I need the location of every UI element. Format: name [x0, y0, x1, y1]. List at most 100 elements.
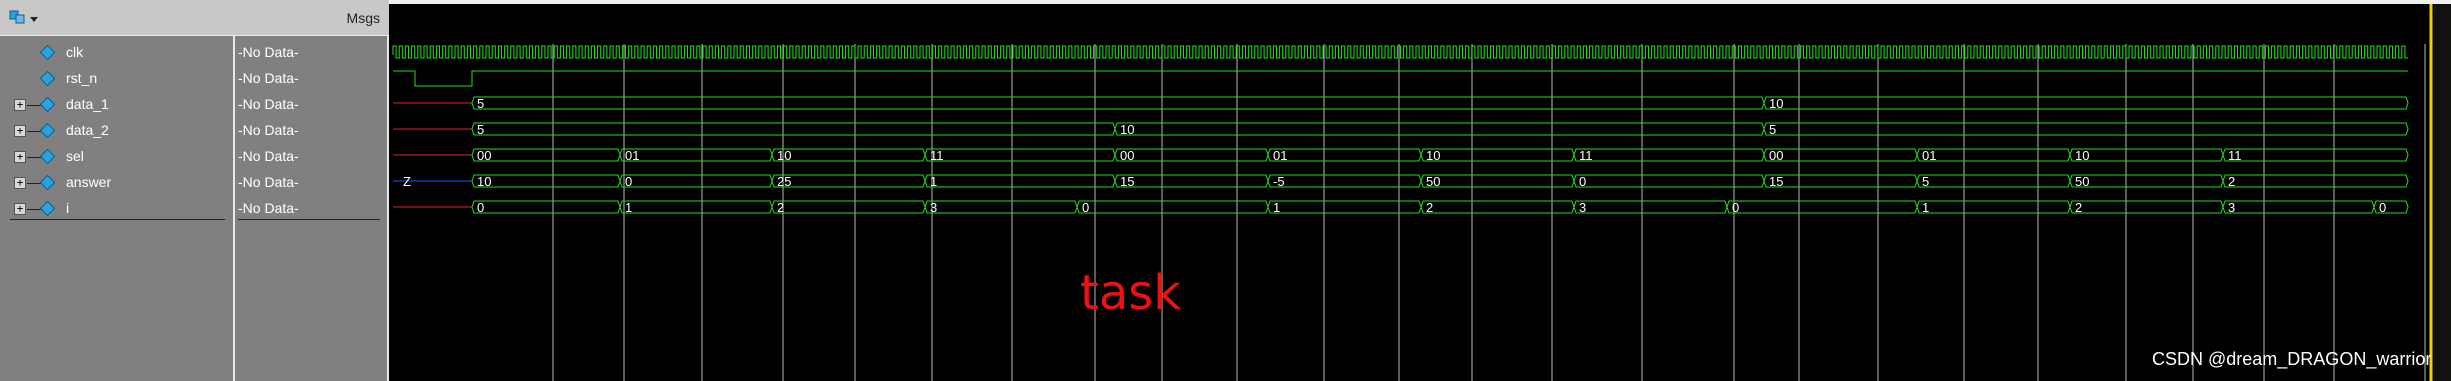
sel-bus-segment	[2222, 148, 2409, 162]
i-bus-value: 3	[1579, 200, 1586, 215]
data-1-bus-segment	[1763, 96, 2409, 110]
signal-name: clk	[66, 44, 84, 60]
sel-bus-segment	[471, 148, 621, 162]
data-2-bus-value: 5	[1769, 122, 1776, 137]
answer-bus-value: 15	[1769, 174, 1783, 189]
i-bus-value: 0	[1082, 200, 1089, 215]
sel-bus-segment	[2069, 148, 2224, 162]
sel-bus-value: 00	[477, 148, 491, 163]
answer-bus-segment	[771, 174, 926, 188]
i-bus-segment	[2069, 200, 2224, 214]
i-bus-segment	[619, 200, 773, 214]
answer-bus-value: 50	[1426, 174, 1440, 189]
signal-name: answer	[66, 174, 112, 190]
i-bus-segment	[771, 200, 926, 214]
answer-bus-segment	[2222, 174, 2409, 188]
signal-name: data_2	[66, 122, 109, 138]
row-divider	[238, 219, 380, 220]
signal-row-answer[interactable]: + answer	[0, 172, 233, 197]
sel-bus-value: 01	[1273, 148, 1287, 163]
sel-bus-segment	[1420, 148, 1575, 162]
signal-value: -No Data-	[238, 148, 299, 164]
rst-n-waveform	[393, 70, 2408, 87]
answer-bus-segment	[619, 174, 773, 188]
signal-value: -No Data-	[238, 122, 299, 138]
scroll-margin	[2434, 4, 2451, 381]
answer-bus-value: 10	[477, 174, 491, 189]
expand-icon[interactable]: +	[14, 125, 26, 137]
sel-bus-value: 11	[930, 148, 944, 163]
i-bus-segment	[1726, 200, 1918, 214]
sel-bus-segment	[1916, 148, 2071, 162]
data-2-bus-value: 10	[1120, 122, 1134, 137]
answer-bus-segment	[1916, 174, 2071, 188]
i-bus-value: 0	[477, 200, 484, 215]
answer-bus-value: -5	[1273, 174, 1285, 189]
answer-bus-value: Z	[403, 174, 411, 189]
csdn-credit: CSDN @dream_DRAGON_warrior	[2152, 349, 2432, 369]
data-1-bus-segment	[471, 96, 1765, 110]
sel-bus-value: 11	[2228, 148, 2242, 163]
signal-value: -No Data-	[238, 70, 299, 86]
i-bus-value: 3	[2228, 200, 2235, 215]
answer-bus-segment	[1114, 174, 1269, 188]
signal-row-sel[interactable]: + sel	[0, 146, 233, 171]
answer-bus-value: 15	[1120, 174, 1134, 189]
sel-bus-value: 01	[625, 148, 639, 163]
answer-bus-value: 5	[1922, 174, 1929, 189]
sel-bus-value: 10	[777, 148, 791, 163]
i-bus-segment	[1573, 200, 1728, 214]
expand-icon[interactable]: +	[14, 203, 26, 215]
data-2-bus-value: 5	[477, 122, 484, 137]
i-bus-value: 2	[1426, 200, 1433, 215]
sel-bus-value: 10	[2075, 148, 2089, 163]
answer-bus-segment	[1763, 174, 1918, 188]
task-watermark: task	[1080, 265, 1182, 321]
answer-bus-segment	[2069, 174, 2224, 188]
modelsim-icon	[9, 10, 38, 24]
i-bus-value: 2	[2075, 200, 2082, 215]
i-bus-value: 2	[777, 200, 784, 215]
sel-bus-value: 00	[1120, 148, 1134, 163]
waveform-canvas[interactable]: 5 105 10 500 01 10 11 00 01 10 11 00 01 10 11Z 10 0 25 1 15…	[389, 0, 2451, 381]
expand-icon[interactable]: +	[14, 99, 26, 111]
signal-value: -No Data-	[238, 174, 299, 190]
pane-divider[interactable]	[233, 0, 235, 381]
sel-bus-segment	[619, 148, 773, 162]
signal-diamond-icon	[39, 96, 56, 113]
i-bus-value: 1	[1273, 200, 1280, 215]
sel-bus-segment	[1267, 148, 1422, 162]
answer-bus-segment	[1420, 174, 1575, 188]
expand-icon[interactable]: +	[14, 151, 26, 163]
data-1-bus-value: 5	[477, 96, 484, 111]
answer-bus-segment	[1573, 174, 1765, 188]
sel-bus-segment	[1763, 148, 1918, 162]
i-bus-value: 3	[930, 200, 937, 215]
signal-diamond-icon	[39, 70, 56, 87]
signal-row-clk[interactable]: clk	[0, 42, 233, 67]
i-bus-segment	[1916, 200, 2071, 214]
signal-menu-button[interactable]	[8, 8, 48, 28]
sel-bus-value: 11	[1579, 148, 1593, 163]
clk-waveform	[392, 45, 2408, 59]
signal-diamond-icon	[39, 122, 56, 139]
answer-bus-value: 0	[1579, 174, 1586, 189]
signal-row-data-1[interactable]: + data_1	[0, 94, 233, 119]
i-bus-segment	[2222, 200, 2375, 214]
signal-diamond-icon	[39, 200, 56, 217]
signal-row-rst-n[interactable]: rst_n	[0, 68, 233, 93]
i-bus-segment	[1420, 200, 1575, 214]
signal-value: -No Data-	[238, 44, 299, 60]
sel-bus-value: 10	[1426, 148, 1440, 163]
answer-bus-value: 1	[930, 174, 937, 189]
i-bus-segment	[1267, 200, 1422, 214]
expand-icon[interactable]: +	[14, 177, 26, 189]
signal-row-data-2[interactable]: + data_2	[0, 120, 233, 145]
pane-header: Msgs	[0, 0, 389, 36]
signal-diamond-icon	[39, 174, 56, 191]
wave-window: Msgs clk rst_n + data_1 + data_2 + sel +…	[0, 0, 2451, 381]
i-bus-segment	[471, 200, 621, 214]
signal-name: rst_n	[66, 70, 98, 86]
sel-bus-value: 01	[1922, 148, 1936, 163]
signal-diamond-icon	[39, 44, 56, 61]
